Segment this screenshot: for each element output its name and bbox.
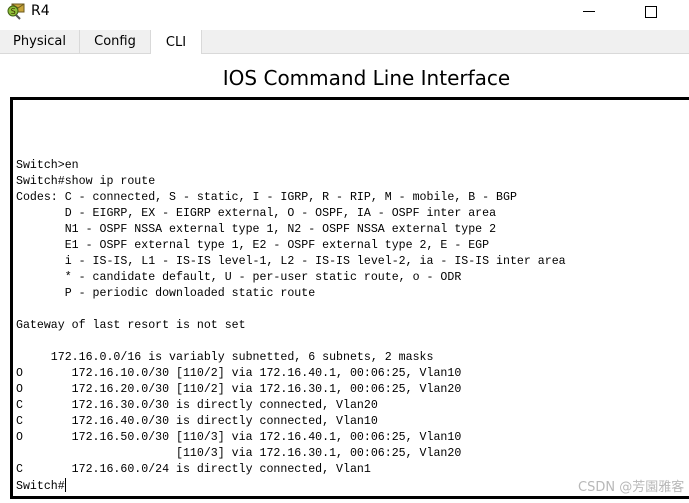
terminal-line: Codes: C - connected, S - static, I - IG… <box>16 191 517 204</box>
page-title: IOS Command Line Interface <box>222 66 511 90</box>
terminal-line: 172.16.0.0/16 is variably subnetted, 6 s… <box>50 351 434 364</box>
maximize-icon <box>645 5 657 18</box>
terminal-history: Switch>en Switch#show ip route Codes: C … <box>16 159 566 476</box>
terminal-line: O 172.16.10.0/30 [110/2] via 172.16.40.1… <box>16 367 462 380</box>
terminal-prompt-line[interactable]: Switch# <box>16 478 66 493</box>
terminal-line: * - candidate default, U - per-user stat… <box>64 271 462 284</box>
svg-text:S: S <box>11 7 16 16</box>
terminal-line: C 172.16.40.0/30 is directly connected, … <box>16 415 378 428</box>
maximize-button[interactable] <box>628 0 674 27</box>
terminal-line: O 172.16.50.0/30 [110/3] via 172.16.40.1… <box>16 431 462 444</box>
tab-cli[interactable]: CLI <box>150 30 202 54</box>
tab-bar: Physical Config CLI <box>0 30 689 54</box>
terminal-line: i - IS-IS, L1 - IS-IS level-1, L2 - IS-I… <box>64 255 566 268</box>
terminal-line: P - periodic downloaded static route <box>64 287 316 300</box>
terminal-line: E1 - OSPF external type 1, E2 - OSPF ext… <box>64 239 490 252</box>
router-device-icon: S <box>6 2 26 20</box>
title-bar: S R4 <box>0 0 689 27</box>
terminal-prompt: Switch# <box>16 480 65 493</box>
watermark: CSDN @芳園雅客 <box>578 480 685 495</box>
window-title: R4 <box>31 3 50 19</box>
minimize-icon <box>583 11 595 12</box>
terminal-line: Switch#show ip route <box>16 175 156 188</box>
terminal-line: D - EIGRP, EX - EIGRP external, O - OSPF… <box>64 207 497 220</box>
terminal-line: C 172.16.30.0/30 is directly connected, … <box>16 399 378 412</box>
terminal-line: C 172.16.60.0/24 is directly connected, … <box>16 463 371 476</box>
terminal-line: Switch>en <box>16 159 79 172</box>
minimize-button[interactable] <box>566 0 612 27</box>
tab-config[interactable]: Config <box>80 30 150 53</box>
terminal-line: N1 - OSPF NSSA external type 1, N2 - OSP… <box>64 223 497 236</box>
tab-physical[interactable]: Physical <box>0 30 80 53</box>
terminal-line: Gateway of last resort is not set <box>16 319 246 332</box>
terminal-line: [110/3] via 172.16.30.1, 00:06:25, Vlan2… <box>176 447 462 460</box>
text-cursor <box>64 478 66 492</box>
cli-terminal[interactable]: Switch>en Switch#show ip route Codes: C … <box>10 97 689 499</box>
terminal-output: Switch>en Switch#show ip route Codes: C … <box>16 158 566 495</box>
terminal-line: O 172.16.20.0/30 [110/2] via 172.16.30.1… <box>16 383 462 396</box>
